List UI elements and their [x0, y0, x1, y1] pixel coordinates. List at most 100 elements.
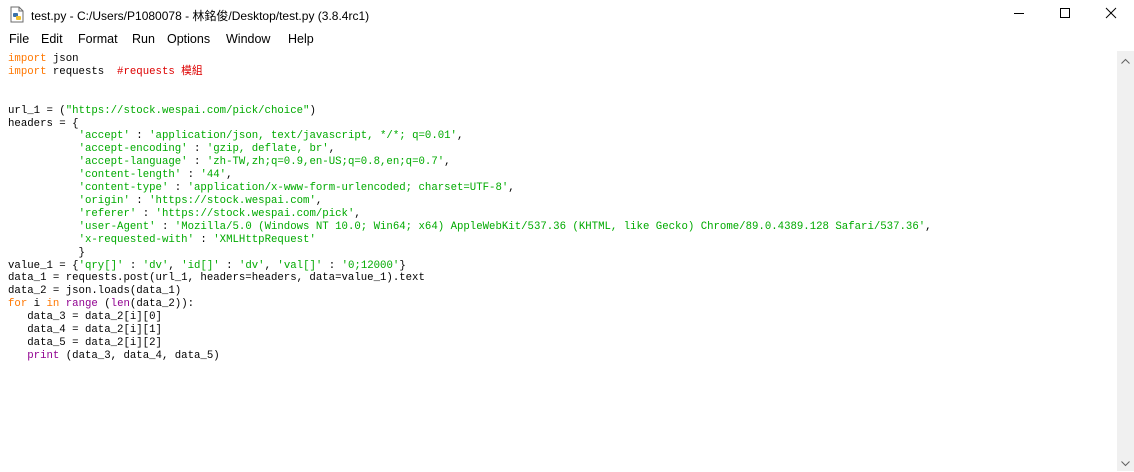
code-token: ,: [456, 130, 464, 143]
menu-bar: File Edit Format Run Options Window Help: [0, 30, 1134, 50]
code-line: 'accept-language' : 'zh-TW,zh;q=0.9,en-U…: [8, 156, 451, 168]
code-line: }: [8, 247, 85, 259]
code-line: 'x-requested-with' : 'XMLHttpRequest': [8, 234, 316, 246]
menu-options[interactable]: Options: [167, 32, 210, 46]
menu-window[interactable]: Window: [226, 32, 270, 46]
menu-format[interactable]: Format: [78, 32, 118, 46]
code-builtin: len: [110, 298, 130, 311]
code-token: }: [399, 259, 406, 272]
minimize-icon: [1013, 6, 1025, 24]
code-string: 'https://stock.wespai.com': [149, 194, 316, 207]
code-token: value_1 = {: [8, 259, 79, 272]
code-token: :: [168, 182, 188, 195]
chevron-up-icon: [1121, 51, 1130, 69]
code-line: import requests #requests 模組: [8, 66, 203, 78]
code-token: :: [187, 143, 207, 156]
chevron-down-icon: [1121, 454, 1130, 472]
code-token: json: [46, 53, 79, 65]
code-line: data_5 = data_2[i][2]: [8, 337, 162, 349]
code-token: :: [322, 259, 342, 272]
code-string: 'application/x-www-form-urlencoded; char…: [187, 182, 509, 195]
code-token: :: [187, 156, 207, 169]
code-token: :: [136, 207, 156, 220]
code-token: :: [129, 194, 150, 207]
code-string: 'dv': [238, 259, 265, 272]
code-line: 'accept' : 'application/json, text/javas…: [8, 130, 464, 143]
code-string: 'accept-encoding': [78, 143, 188, 156]
code-token: ,: [264, 259, 278, 272]
minimize-button[interactable]: [996, 0, 1042, 29]
menu-run[interactable]: Run: [132, 32, 155, 46]
code-token: data_4 = data_2[i][1]: [8, 324, 162, 337]
code-string: 'Mozilla/5.0 (Windows NT 10.0; Win64; x6…: [174, 220, 926, 233]
code-string: 'zh-TW,zh;q=0.9,en-US;q=0.8,en;q=0.7': [206, 156, 445, 169]
menu-file[interactable]: File: [9, 32, 29, 46]
code-line: value_1 = {'qry[]' : 'dv', 'id[]' : 'dv'…: [8, 260, 406, 272]
code-line: 'content-type' : 'application/x-www-form…: [8, 182, 515, 194]
scroll-down-button[interactable]: [1117, 454, 1134, 471]
code-token: ,: [315, 194, 323, 207]
code-string: 'referer': [78, 207, 137, 220]
menu-help[interactable]: Help: [288, 32, 314, 46]
code-builtin: range: [65, 298, 98, 311]
code-token: ,: [508, 182, 515, 195]
code-string: 'x-requested-with': [78, 233, 195, 246]
code-editor[interactable]: import json import requests #requests 模組…: [0, 51, 1117, 471]
code-line: headers = {: [8, 118, 79, 130]
code-line: data_3 = data_2[i][0]: [8, 311, 162, 323]
code-token: ,: [354, 207, 361, 220]
python-file-icon: [9, 6, 25, 23]
code-keyword: for: [8, 298, 28, 311]
close-button[interactable]: [1088, 0, 1134, 29]
code-token: :: [123, 259, 143, 272]
code-token: (data_3, data_4, data_5): [59, 349, 220, 362]
maximize-button[interactable]: [1042, 0, 1088, 29]
code-token: ,: [328, 143, 336, 156]
scroll-thumb[interactable]: [1119, 68, 1132, 454]
code-token: requests: [46, 65, 118, 78]
code-string: 'dv': [142, 259, 169, 272]
window-title: test.py - C:/Users/P1080078 - 林銘俊/Deskto…: [31, 9, 370, 23]
code-string: 'accept': [78, 130, 130, 143]
code-token: data_3 = data_2[i][0]: [8, 311, 162, 324]
code-keyword: import: [8, 53, 47, 65]
code-string: 'content-type': [78, 182, 169, 195]
code-token: url_1 = (: [8, 104, 66, 117]
code-line: data_1 = requests.post(url_1, headers=he…: [8, 272, 425, 284]
code-token: data_2 = json.loads(data_1): [8, 285, 182, 298]
code-line: import json: [8, 53, 79, 65]
code-token: :: [181, 169, 201, 182]
code-string: 'gzip, deflate, br': [206, 143, 329, 156]
code-token: ,: [226, 169, 233, 182]
code-line: data_2 = json.loads(data_1): [8, 285, 181, 297]
code-builtin: print: [27, 349, 60, 362]
code-comment: #requests 模組: [117, 65, 203, 78]
code-token: headers = {: [8, 117, 79, 130]
scroll-up-button[interactable]: [1117, 51, 1134, 68]
code-string: 'XMLHttpRequest': [213, 233, 316, 246]
code-line: 'user-Agent' : 'Mozilla/5.0 (Windows NT …: [8, 221, 932, 233]
code-token: :: [155, 220, 175, 233]
vertical-scrollbar[interactable]: [1117, 51, 1134, 471]
menu-edit[interactable]: Edit: [41, 32, 63, 46]
code-line: 'referer' : 'https://stock.wespai.com/pi…: [8, 208, 361, 220]
code-token: }: [8, 246, 85, 259]
code-string: '44': [200, 169, 227, 182]
code-line: 'origin' : 'https://stock.wespai.com',: [8, 194, 323, 207]
title-bar[interactable]: test.py - C:/Users/P1080078 - 林銘俊/Deskto…: [0, 0, 1134, 29]
code-token: ,: [925, 220, 932, 233]
code-token: ,: [168, 259, 182, 272]
code-token: (data_2)):: [129, 298, 195, 311]
code-string: 'val[]': [277, 259, 323, 272]
code-text[interactable]: import json import requests #requests 模組…: [8, 53, 932, 363]
code-string: 'qry[]': [78, 259, 124, 272]
